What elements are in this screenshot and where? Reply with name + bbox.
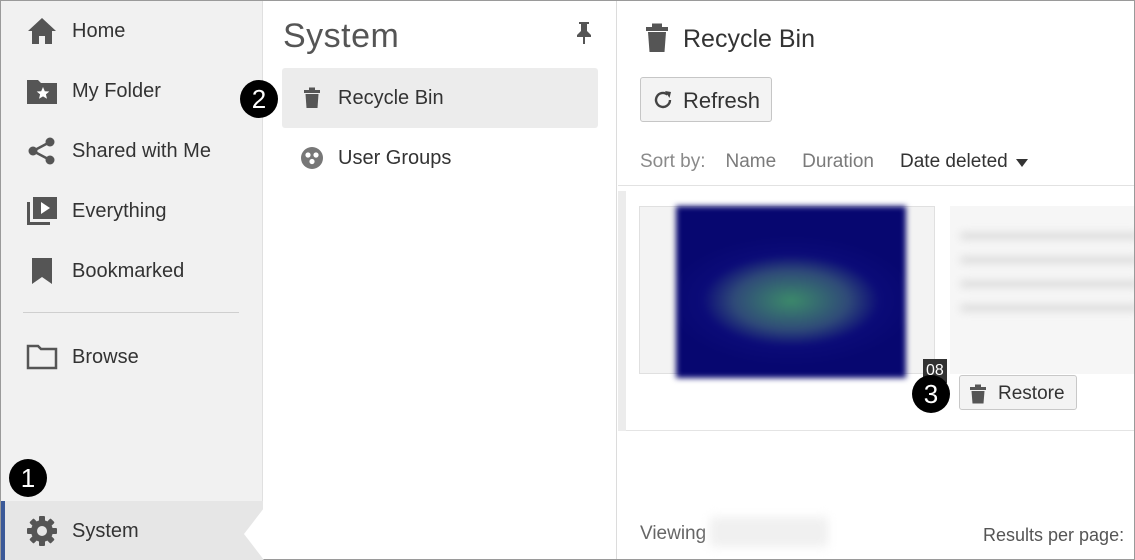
sort-direction-icon[interactable] (1015, 159, 1028, 167)
nav-item-label: Shared with Me (72, 139, 211, 162)
system-panel: System Recycle Bin User Groups (264, 1, 617, 559)
nav-item-my-folder[interactable]: My Folder (1, 61, 263, 121)
divider (618, 185, 1134, 186)
panel-item-recycle-bin[interactable]: Recycle Bin (282, 68, 598, 128)
user-groups-icon (300, 146, 324, 170)
restore-button[interactable]: Restore (959, 375, 1077, 410)
gear-icon (25, 514, 59, 548)
nav-divider (23, 312, 239, 313)
deleted-item-card[interactable]: 08 (639, 206, 947, 383)
grid-edge (618, 191, 626, 431)
home-icon (25, 14, 59, 48)
nav-item-browse[interactable]: Browse (1, 327, 263, 387)
deleted-item-card[interactable] (950, 206, 1134, 374)
step-marker-2: 2 (240, 80, 278, 118)
viewing-count-redacted (710, 517, 828, 547)
refresh-button[interactable]: Refresh (640, 77, 772, 122)
folder-star-icon (25, 74, 59, 108)
bookmark-icon (25, 254, 59, 288)
refresh-icon (652, 89, 674, 111)
panel-item-user-groups[interactable]: User Groups (282, 128, 598, 188)
share-icon (25, 134, 59, 168)
trash-icon (644, 23, 670, 53)
video-library-icon (25, 194, 59, 228)
nav-item-label: Bookmarked (72, 259, 185, 282)
nav-item-system[interactable]: System (1, 501, 263, 560)
step-marker-1: 1 (9, 459, 47, 497)
blurred-details (960, 216, 1134, 356)
restore-label: Restore (998, 383, 1065, 404)
active-pointer-arrow (244, 508, 264, 560)
deleted-items-grid: 08 Restore (618, 191, 1134, 431)
trash-icon (300, 86, 324, 110)
viewing-label: Viewing (640, 523, 707, 544)
nav-item-label: My Folder (72, 79, 161, 102)
page-title: Recycle Bin (683, 25, 815, 53)
sort-label: Sort by: (640, 151, 706, 172)
nav-item-label: System (72, 519, 139, 542)
panel-item-label: User Groups (338, 146, 452, 169)
nav-item-label: Everything (72, 199, 167, 222)
nav-item-label: Browse (72, 345, 139, 368)
trash-icon (969, 384, 987, 404)
recycle-bin-view: Recycle Bin Refresh Sort by: Name Durati… (618, 1, 1134, 559)
nav-item-bookmarked[interactable]: Bookmarked (1, 241, 263, 301)
panel-item-label: Recycle Bin (338, 86, 444, 109)
sort-bar: Sort by: Name Duration Date deleted (640, 147, 1028, 177)
video-thumbnail[interactable] (676, 206, 906, 378)
panel-title: System (283, 17, 400, 55)
nav-item-home[interactable]: Home (1, 1, 263, 61)
nav-item-shared-with-me[interactable]: Shared with Me (1, 121, 263, 181)
sort-option-date-deleted[interactable]: Date deleted (900, 151, 1008, 173)
step-marker-3: 3 (912, 375, 950, 413)
results-per-page-label: Results per page: (983, 525, 1125, 545)
nav-item-label: Home (72, 19, 126, 42)
sort-option-duration[interactable]: Duration (802, 151, 874, 173)
pin-icon[interactable] (574, 21, 594, 45)
sort-option-name[interactable]: Name (725, 151, 776, 173)
nav-item-everything[interactable]: Everything (1, 181, 263, 241)
folder-outline-icon (25, 340, 59, 374)
refresh-label: Refresh (683, 88, 761, 113)
